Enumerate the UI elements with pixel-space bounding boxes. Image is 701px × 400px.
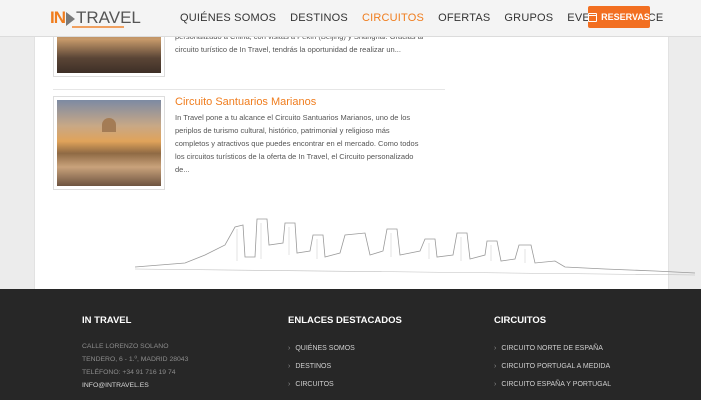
chevron-right-icon: › [288,363,291,370]
logo-word: TRAVEL [76,8,141,27]
address-line: TENDERO, 6 - 1.º, MADRID 28043 [82,356,189,363]
site-header: IN TRAVEL QUIÉNES SOMOS DESTINOS CIRCUIT… [0,0,701,37]
email-link[interactable]: INFO@INTRAVEL.ES [82,379,188,392]
post-thumbnail[interactable] [53,96,165,190]
excerpt-line: de... [175,165,190,174]
post-title[interactable]: Circuito Santuarios Marianos [175,96,316,108]
footer-link-circuitos[interactable]: › CIRCUITOS [288,376,402,394]
footer-heading: CIRCUITOS [494,315,547,326]
footer-link-label: DESTINOS [295,363,332,370]
footer-link-norte-espana[interactable]: › CIRCUITO NORTE DE ESPAÑA [494,340,611,358]
reservas-button[interactable]: RESERVAS [588,6,650,28]
address-line: CALLE LORENZO SOLANO [82,343,169,350]
nav-item-destinos[interactable]: DESTINOS [290,12,348,24]
footer-link-quienes-somos[interactable]: › QUIÉNES SOMOS [288,340,402,358]
logo-arrow-icon [66,11,75,26]
excerpt-line: periplos de turismo cultural, histórico,… [175,126,390,135]
phone-line: TELÉFONO: +34 91 716 19 74 [82,369,176,376]
footer-link-label: CIRCUITO NORTE DE ESPAÑA [501,345,603,352]
post-excerpt: In Travel pone a tu alcance el Circuito … [175,111,443,176]
reservas-label: RESERVAS [601,12,650,22]
excerpt-line: In Travel pone a tu alcance el Circuito … [175,113,411,122]
post-divider [53,89,445,90]
content-card: personalizado a China, con visitas a Pek… [34,0,695,289]
footer-link-label: QUIÉNES SOMOS [295,345,355,352]
footer-link-destinos[interactable]: › DESTINOS [288,358,402,376]
footer-link-portugal-medida[interactable]: › CIRCUITO PORTUGAL A MEDIDA [494,358,611,376]
footer-col-in-travel: IN TRAVEL CALLE LORENZO SOLANO TENDERO, … [82,315,188,392]
footer-link-label: CIRCUITO PORTUGAL A MEDIDA [501,363,611,370]
footer-col-enlaces: ENLACES DESTACADOS › QUIÉNES SOMOS › DESTI… [288,315,402,394]
calendar-icon [588,12,598,22]
footer-heading: ENLACES DESTACADOS [288,315,402,326]
vatican-image [57,100,161,186]
excerpt-line: circuito turístico de In Travel, tendrás… [175,45,401,54]
excerpt-line: completos y atractivos que puedes encont… [175,139,419,148]
footer-address: CALLE LORENZO SOLANO TENDERO, 6 - 1.º, M… [82,340,188,392]
footer-link-label: CIRCUITOS [295,381,334,388]
footer-heading: IN TRAVEL [82,315,132,326]
nav-item-circuitos[interactable]: CIRCUITOS [362,12,424,24]
excerpt-line: los circuitos turísticos de la oferta de… [175,152,414,161]
chevron-right-icon: › [288,345,291,352]
footer-col-circuitos: CIRCUITOS › CIRCUITO NORTE DE ESPAÑA › CIR… [494,315,611,394]
footer-link-espana-portugal[interactable]: › CIRCUITO ESPAÑA Y PORTUGAL [494,376,611,394]
nav-item-ofertas[interactable]: OFERTAS [438,12,490,24]
nav-item-grupos[interactable]: GRUPOS [504,12,553,24]
chevron-right-icon: › [494,345,497,352]
site-logo[interactable]: IN TRAVEL [50,7,141,29]
chevron-right-icon: › [494,363,497,370]
footer-link-label: CIRCUITO ESPAÑA Y PORTUGAL [501,381,612,388]
chevron-right-icon: › [494,381,497,388]
nav-item-quienes-somos[interactable]: QUIÉNES SOMOS [180,12,276,24]
chevron-right-icon: › [288,381,291,388]
logo-tagline-line [72,26,124,28]
logo-mark: IN [50,8,76,28]
city-skyline-illustration [135,218,695,276]
site-footer: IN TRAVEL CALLE LORENZO SOLANO TENDERO, … [0,289,701,400]
